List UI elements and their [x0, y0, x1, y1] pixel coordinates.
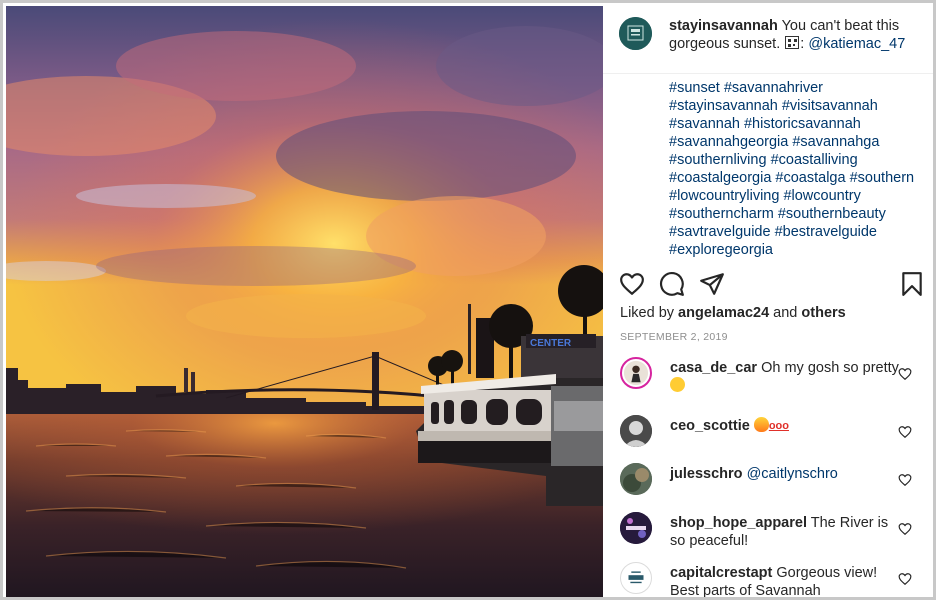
hashtag-link[interactable]: #savannah: [669, 116, 740, 132]
liked-by-and: and: [773, 305, 798, 321]
avatar[interactable]: [620, 562, 652, 594]
avatar[interactable]: [620, 463, 652, 495]
hashtag-link[interactable]: #historicsavannah: [744, 116, 861, 132]
building-sign-text: CENTER: [530, 338, 572, 349]
avatar[interactable]: [620, 357, 652, 389]
hashtag-link[interactable]: #coastalga: [775, 170, 845, 186]
comment-username[interactable]: shop_hope_apparel: [670, 515, 807, 531]
hashtag-link[interactable]: #visitsavannah: [782, 98, 878, 114]
hashtag-link[interactable]: #exploregeorgia: [669, 242, 773, 258]
liked-by-others-link[interactable]: others: [801, 305, 845, 321]
small-heart-icon[interactable]: [898, 572, 912, 586]
stay-logo-icon: [619, 17, 652, 50]
comment-username[interactable]: casa_de_car: [670, 360, 757, 376]
avatar[interactable]: [620, 512, 652, 544]
comment-text: ceo_scottie ooo: [670, 417, 900, 435]
liked-by-user-link[interactable]: angelamac24: [678, 305, 769, 321]
comment-text: capitalcrestapt Gorgeous view! Best part…: [670, 564, 900, 597]
author-username[interactable]: stayinsavannah: [669, 18, 778, 34]
paper-plane-icon[interactable]: [699, 271, 725, 297]
comment-username[interactable]: julesschro: [670, 466, 743, 482]
heart-eyes-emoji: [670, 377, 685, 392]
bookmark-icon[interactable]: [899, 271, 925, 297]
hashtag-link[interactable]: #bestravelguide: [775, 224, 877, 240]
author-avatar[interactable]: [619, 17, 652, 50]
comment-username[interactable]: capitalcrestapt: [670, 565, 772, 581]
small-heart-icon[interactable]: [898, 473, 912, 487]
likes-summary: Liked by angelamac24 and others: [620, 305, 846, 321]
hashtag-link[interactable]: #southernbeauty: [778, 206, 886, 222]
hashtag-link[interactable]: #coastalgeorgia: [669, 170, 771, 186]
caption-colon: :: [800, 36, 805, 52]
comment-text: casa_de_car Oh my gosh so pretty: [670, 359, 900, 395]
small-heart-icon[interactable]: [898, 522, 912, 536]
post-action-bar: [603, 271, 933, 301]
hashtag-link[interactable]: #savannahgeorgia: [669, 134, 788, 150]
hashtag-link[interactable]: #savannahriver: [724, 80, 823, 96]
hashtag-link[interactable]: #stayinsavannah: [669, 98, 778, 114]
divider: [603, 73, 933, 74]
small-heart-icon[interactable]: [898, 367, 912, 381]
comment-body: Oh my gosh so pretty: [761, 360, 899, 376]
hundred-points-emoji: ooo: [768, 420, 789, 432]
comment-text: shop_hope_apparel The River is so peacef…: [670, 514, 900, 550]
fire-emoji: [753, 417, 769, 432]
small-heart-icon[interactable]: [898, 425, 912, 439]
avatar[interactable]: [620, 415, 652, 447]
comment-username[interactable]: ceo_scottie: [670, 418, 750, 434]
hashtag-list: #sunset #savannahriver #stayinsavannah #…: [669, 79, 931, 259]
crest-logo-icon: [621, 563, 651, 593]
liked-by-prefix: Liked by: [620, 305, 675, 321]
hashtag-link[interactable]: #savannahga: [792, 134, 879, 150]
hashtag-link[interactable]: #savtravelguide: [669, 224, 771, 240]
hashtag-link[interactable]: #southern: [850, 170, 915, 186]
post-details-panel: stayinsavannah You can't beat this gorge…: [603, 6, 933, 597]
heart-outline-icon[interactable]: [619, 271, 645, 297]
hashtag-link[interactable]: #lowcountryliving: [669, 188, 779, 204]
comment-text: julesschro @caitlynschro: [670, 465, 900, 483]
hashtag-link[interactable]: #southernliving: [669, 152, 767, 168]
post-caption: stayinsavannah You can't beat this gorge…: [669, 17, 929, 53]
sunset-river-image: CENTER: [6, 6, 603, 597]
hashtag-link[interactable]: #southerncharm: [669, 206, 774, 222]
qr-code-icon: [785, 36, 800, 49]
comment-mention-link[interactable]: @caitlynschro: [747, 466, 838, 482]
hashtag-link[interactable]: #lowcountry: [783, 188, 860, 204]
instagram-post-window: CENTER stayinsavannah You can't beat thi…: [0, 0, 936, 600]
credit-mention-link[interactable]: @katiemac_47: [808, 36, 905, 52]
hashtag-link[interactable]: #sunset: [669, 80, 720, 96]
post-date[interactable]: SEPTEMBER 2, 2019: [620, 331, 728, 343]
post-photo[interactable]: CENTER: [6, 6, 603, 597]
speech-bubble-icon[interactable]: [659, 271, 685, 297]
hashtag-link[interactable]: #coastalliving: [771, 152, 858, 168]
